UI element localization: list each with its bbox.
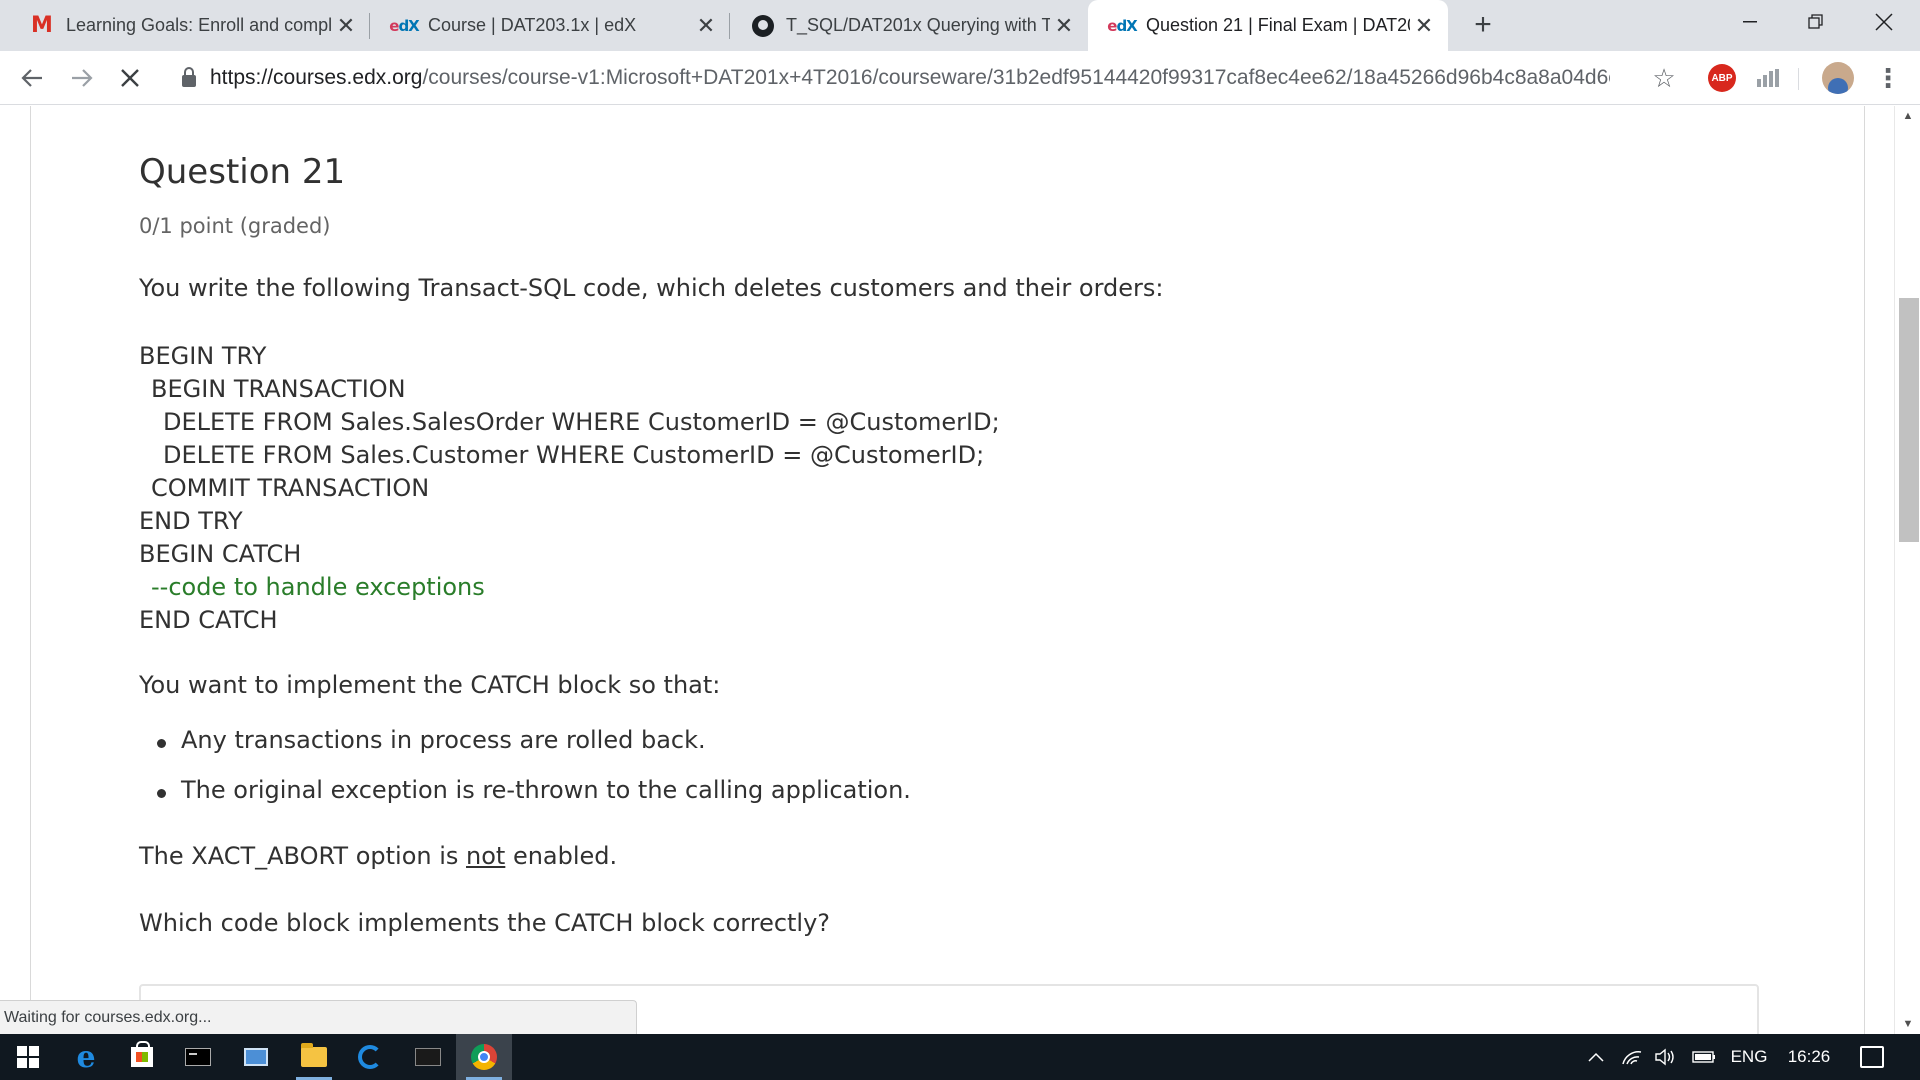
content-border xyxy=(30,106,31,1034)
url-text[interactable]: https://courses.edx.org/courses/course-v… xyxy=(210,66,1610,90)
wifi-icon[interactable] xyxy=(1618,1034,1646,1080)
tab-question-21[interactable]: e dX Question 21 | Final Exam | DAT20 ✕ xyxy=(1088,0,1448,51)
code-comment: --code to handle exceptions xyxy=(151,573,485,601)
minimize-icon xyxy=(1743,21,1757,23)
folder-icon xyxy=(301,1043,327,1067)
profile-button[interactable] xyxy=(1822,62,1854,94)
tab-course-dat203[interactable]: e dX Course | DAT203.1x | edX ✕ xyxy=(370,0,730,51)
tab-title: Question 21 | Final Exam | DAT20 xyxy=(1146,15,1410,35)
arrow-right-icon xyxy=(72,69,93,87)
abp-icon: ABP xyxy=(1708,64,1736,92)
edx-icon: e dX xyxy=(389,16,420,35)
taskbar-file-explorer[interactable] xyxy=(286,1034,342,1080)
code-line: END CATCH xyxy=(139,606,278,634)
avatar xyxy=(1822,62,1854,94)
code-line: BEGIN TRANSACTION xyxy=(151,375,406,403)
tab-title: Course | DAT203.1x | edX xyxy=(428,15,637,35)
windows-taskbar: e ENG 16:26 xyxy=(0,1034,1920,1080)
taskbar-chrome[interactable] xyxy=(456,1034,512,1080)
refresh-app-icon xyxy=(358,1045,382,1069)
back-button[interactable] xyxy=(14,60,50,96)
gmail-icon: M xyxy=(31,13,53,38)
github-icon xyxy=(752,14,774,37)
scroll-thumb[interactable] xyxy=(1899,298,1919,542)
battery-icon[interactable] xyxy=(1690,1034,1718,1080)
taskbar-terminal[interactable] xyxy=(170,1034,226,1080)
close-tab-icon[interactable]: ✕ xyxy=(332,12,360,40)
extension-button[interactable] xyxy=(1752,62,1784,94)
terminal-icon xyxy=(185,1048,211,1066)
code-line: BEGIN TRY xyxy=(139,342,267,370)
notification-icon xyxy=(1860,1046,1884,1068)
lock-icon xyxy=(182,67,196,87)
close-window-button[interactable] xyxy=(1852,0,1916,44)
tab-learning-goals[interactable]: M Learning Goals: Enroll and compl ✕ xyxy=(8,0,370,51)
language-indicator[interactable]: ENG xyxy=(1726,1034,1772,1080)
stop-icon xyxy=(121,69,139,87)
stop-loading-button[interactable] xyxy=(112,60,148,96)
scroll-up-icon[interactable]: ▲ xyxy=(1895,106,1920,126)
minimize-button[interactable] xyxy=(1718,0,1782,44)
edge-icon: e xyxy=(76,1039,96,1075)
code-line: DELETE FROM Sales.Customer WHERE Custome… xyxy=(163,441,985,469)
code-line: COMMIT TRANSACTION xyxy=(151,474,430,502)
arrow-left-icon xyxy=(21,69,42,87)
taskbar-edge[interactable]: e xyxy=(58,1034,114,1080)
store-icon xyxy=(131,1041,153,1067)
edx-icon: e dX xyxy=(1107,16,1138,35)
question-prompt: Which code block implements the CATCH bl… xyxy=(139,909,831,937)
list-item: Any transactions in process are rolled b… xyxy=(157,726,706,754)
tab-title: T_SQL/DAT201x Querying with Tr xyxy=(786,15,1050,35)
tab-strip: M Learning Goals: Enroll and compl ✕ e dX… xyxy=(0,0,1920,51)
monitor-icon xyxy=(244,1048,268,1066)
tab-github-tsql[interactable]: T_SQL/DAT201x Querying with Tr ✕ xyxy=(730,0,1088,51)
content-border xyxy=(1864,106,1865,1034)
code-line: END TRY xyxy=(139,507,243,535)
status-bubble: Waiting for courses.edx.org... xyxy=(0,1000,637,1034)
close-tab-icon[interactable]: ✕ xyxy=(692,12,720,40)
close-tab-icon[interactable]: ✕ xyxy=(1050,12,1078,40)
toolbar-divider xyxy=(1798,68,1799,90)
question-title: Question 21 xyxy=(139,152,346,192)
windows-logo-icon xyxy=(17,1046,39,1068)
kebab-menu-icon: ⋮ xyxy=(1875,62,1901,93)
question-intro: You write the following Transact-SQL cod… xyxy=(139,274,1164,302)
bookmark-star-icon[interactable]: ☆ xyxy=(1646,59,1682,97)
xact-abort-note: The XACT_ABORT option is not enabled. xyxy=(139,842,618,870)
code-line: BEGIN CATCH xyxy=(139,540,302,568)
page-viewport: Question 21 0/1 point (graded) You write… xyxy=(0,106,1920,1034)
close-tab-icon[interactable]: ✕ xyxy=(1410,12,1438,40)
code-line: DELETE FROM Sales.SalesOrder WHERE Custo… xyxy=(163,408,1000,436)
adblock-plus-button[interactable]: ABP xyxy=(1706,62,1738,94)
taskbar-store[interactable] xyxy=(114,1034,170,1080)
chrome-icon xyxy=(471,1044,497,1070)
action-center-button[interactable] xyxy=(1852,1034,1892,1080)
restore-button[interactable] xyxy=(1784,0,1848,44)
menu-button[interactable]: ⋮ xyxy=(1872,62,1904,94)
address-bar[interactable]: https://courses.edx.org/courses/course-v… xyxy=(166,59,1686,97)
restore-icon xyxy=(1808,14,1823,29)
browser-toolbar: https://courses.edx.org/courses/course-v… xyxy=(0,51,1920,105)
scrollbar[interactable]: ▲ ▼ xyxy=(1894,106,1920,1034)
question-points: 0/1 point (graded) xyxy=(139,214,331,238)
taskbar-app[interactable] xyxy=(342,1034,398,1080)
taskbar-remote-desktop[interactable] xyxy=(228,1034,284,1080)
close-icon xyxy=(1875,13,1893,31)
tab-title: Learning Goals: Enroll and compl xyxy=(66,15,332,35)
show-hidden-icons-icon[interactable] xyxy=(1582,1034,1610,1080)
taskbar-app-dark[interactable] xyxy=(400,1034,456,1080)
new-tab-button[interactable]: + xyxy=(1466,8,1500,42)
forward-button[interactable] xyxy=(64,60,100,96)
requirement-intro: You want to implement the CATCH block so… xyxy=(139,671,721,699)
clock[interactable]: 16:26 xyxy=(1780,1034,1838,1080)
bar-chart-icon xyxy=(1757,69,1779,87)
list-item: The original exception is re-thrown to t… xyxy=(157,776,911,804)
volume-icon[interactable] xyxy=(1652,1034,1680,1080)
start-button[interactable] xyxy=(0,1034,56,1080)
scroll-down-icon[interactable]: ▼ xyxy=(1895,1014,1920,1034)
app-window-icon xyxy=(415,1048,441,1066)
